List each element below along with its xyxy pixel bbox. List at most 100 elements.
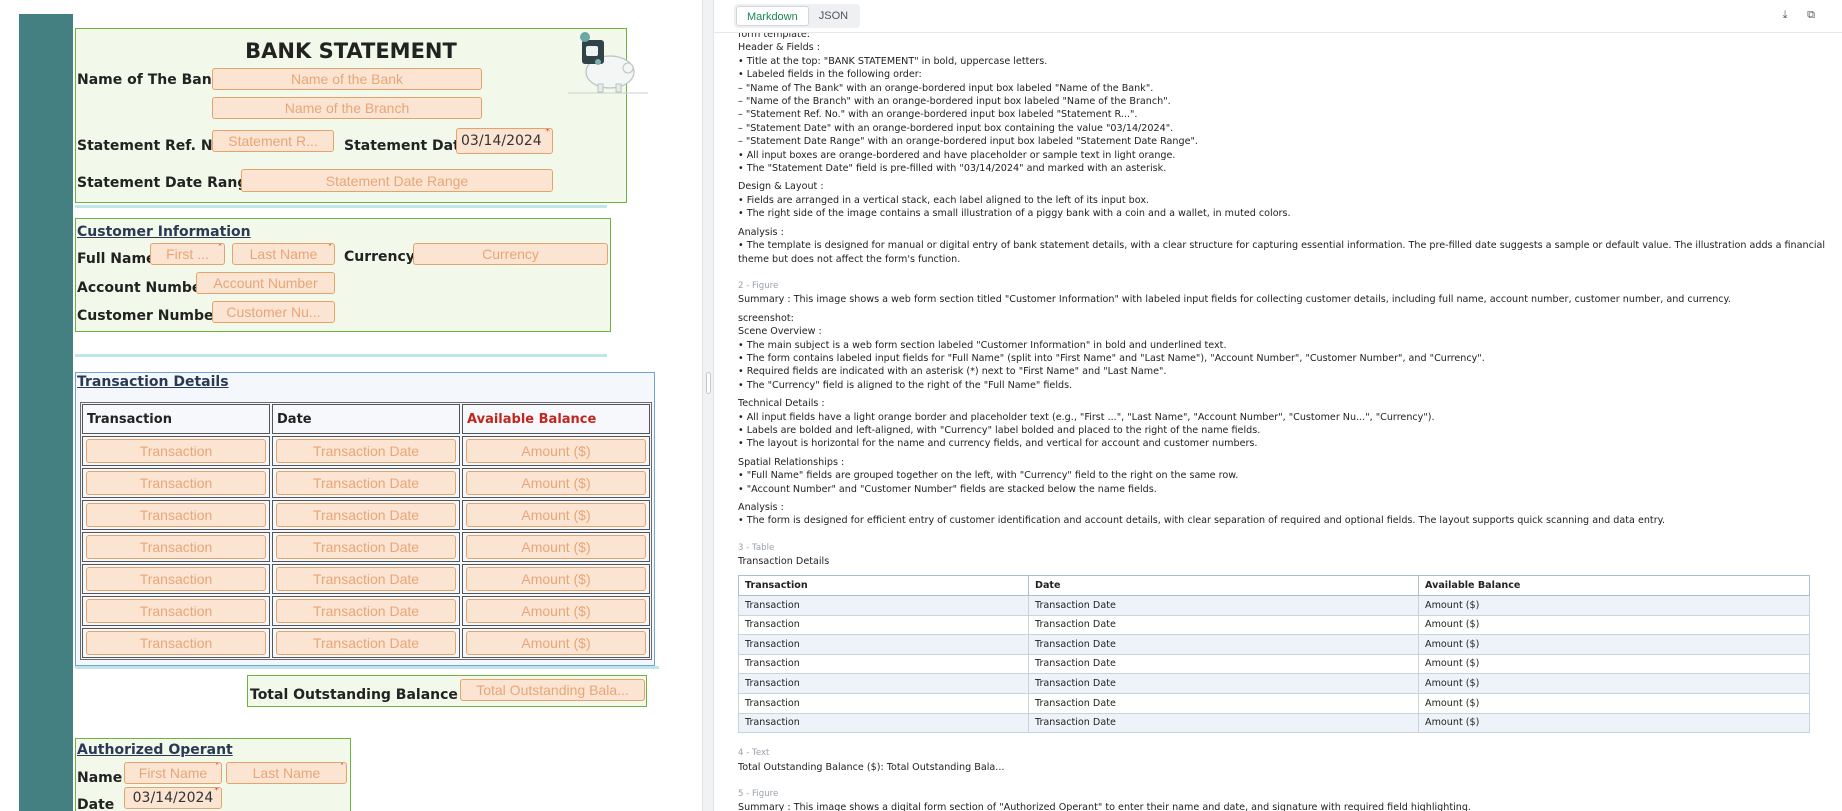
- col-header-transaction: Transaction: [82, 404, 270, 434]
- table-cell: Transaction Date: [1028, 712, 1419, 734]
- analysis-text: • The template is designed for manual or…: [738, 240, 1826, 265]
- table-cell: Transaction: [82, 564, 270, 594]
- viewer-toolbar: Markdown JSON ⤓ ⧉: [714, 0, 1842, 33]
- text-line: • "Full Name" fields are grouped togethe…: [738, 470, 1239, 482]
- view-mode-toggle: Markdown JSON: [734, 4, 861, 28]
- account-number-input[interactable]: Account Number: [196, 272, 335, 294]
- tab-markdown[interactable]: Markdown: [736, 6, 809, 26]
- amount-input[interactable]: Amount ($): [466, 535, 646, 559]
- transaction-date-input[interactable]: Transaction Date: [276, 471, 456, 495]
- table-cell: Transaction: [82, 628, 270, 658]
- markdown-content: form template: Header & Fields : • Title…: [738, 28, 1834, 811]
- operant-date-label: Date: [77, 797, 115, 811]
- table-cell: Transaction Date: [1028, 673, 1419, 694]
- pane-resize-handle[interactable]: [702, 0, 714, 811]
- bank-name-input[interactable]: Name of the Bank: [212, 68, 482, 90]
- amount-input[interactable]: Amount ($): [466, 631, 646, 655]
- table-row: Transaction Transaction Date Amount ($): [738, 673, 1810, 694]
- transaction-date-input[interactable]: Transaction Date: [276, 503, 456, 527]
- statement-date-range-input[interactable]: Statement Date Range: [241, 169, 553, 192]
- amount-input[interactable]: Amount ($): [466, 439, 646, 463]
- transaction-date-input[interactable]: Transaction Date: [276, 535, 456, 559]
- statement-date-range-label: Statement Date Range: [77, 175, 257, 191]
- amount-input[interactable]: Amount ($): [466, 567, 646, 591]
- amount-input[interactable]: Amount ($): [466, 471, 646, 495]
- table-row: Transaction Transaction Date Amount ($): [738, 595, 1810, 616]
- col-header: Available Balance: [1418, 574, 1810, 597]
- total-balance-input[interactable]: Total Outstanding Bala...: [460, 679, 645, 701]
- table-row: Transaction Transaction Date Amount ($): [738, 653, 1810, 675]
- piggy-bank-icon: [568, 32, 648, 94]
- transaction-table: Transaction Date Available Balance Trans…: [80, 402, 652, 660]
- transaction-date-input[interactable]: Transaction Date: [276, 599, 456, 623]
- table-cell: Amount ($): [1418, 653, 1810, 675]
- transaction-input[interactable]: Transaction: [86, 567, 266, 591]
- transaction-input[interactable]: Transaction: [86, 535, 266, 559]
- transaction-date-input[interactable]: Transaction Date: [276, 631, 456, 655]
- table-row: Transaction Transaction Date Amount ($): [81, 563, 651, 595]
- text-line: • "Account Number" and "Customer Number"…: [738, 483, 1157, 495]
- operant-name-label: Name: [77, 770, 123, 786]
- operant-last-name-input[interactable]: Last Name: [226, 762, 347, 784]
- section-divider: [75, 666, 659, 669]
- amount-input[interactable]: Amount ($): [466, 599, 646, 623]
- first-name-input[interactable]: First ...: [150, 243, 225, 265]
- text-line: – "Name of the Branch" with an orange-bo…: [738, 96, 1171, 108]
- last-name-input[interactable]: Last Name: [232, 243, 335, 265]
- table-cell: Transaction: [738, 673, 1029, 694]
- transaction-date-input[interactable]: Transaction Date: [276, 439, 456, 463]
- branch-name-input[interactable]: Name of the Branch: [212, 97, 482, 119]
- table-row: Transaction Transaction Date Amount ($): [81, 499, 651, 531]
- table-cell: Transaction Date: [272, 628, 460, 658]
- text-line: Total Outstanding Balance ($): Total Out…: [738, 761, 1005, 773]
- table-row: Transaction Transaction Date Amount ($): [81, 627, 651, 659]
- statement-ref-input[interactable]: Statement R...: [212, 130, 334, 152]
- transaction-input[interactable]: Transaction: [86, 471, 266, 495]
- currency-input[interactable]: Currency: [413, 243, 608, 265]
- customer-number-input[interactable]: Customer Nu...: [212, 301, 335, 323]
- table-cell: Transaction: [82, 468, 270, 498]
- design-heading: Design & Layout :: [738, 181, 824, 193]
- transaction-input[interactable]: Transaction: [86, 439, 266, 463]
- table-cell: Transaction Date: [272, 596, 460, 626]
- transaction-input[interactable]: Transaction: [86, 503, 266, 527]
- bank-name-label: Name of The Bank: [77, 72, 221, 88]
- document-preview-pane[interactable]: BANK STATEMENT Name of The Bank Name of …: [0, 0, 702, 811]
- statement-date-input[interactable]: 03/14/2024: [456, 128, 553, 154]
- transaction-details-heading: Transaction Details: [77, 374, 229, 390]
- table-row: Transaction Transaction Date Amount ($): [738, 693, 1810, 714]
- operant-date-input[interactable]: 03/14/2024: [124, 787, 222, 809]
- extracted-table: Transaction Date Available Balance Trans…: [738, 574, 1810, 734]
- section-divider: [75, 354, 607, 357]
- amount-input[interactable]: Amount ($): [466, 503, 646, 527]
- table-cell: Amount ($): [462, 564, 650, 594]
- transaction-date-input[interactable]: Transaction Date: [276, 567, 456, 591]
- text-line: – "Statement Date" with an orange-border…: [738, 122, 1174, 134]
- spatial-heading: Spatial Relationships :: [738, 456, 845, 468]
- resize-grip-icon: [706, 372, 711, 394]
- table-caption: Transaction Details: [738, 556, 830, 568]
- copy-icon[interactable]: ⧉: [1804, 8, 1818, 22]
- table-cell: Transaction Date: [272, 436, 460, 466]
- table-row: Transaction Transaction Date Amount ($): [81, 467, 651, 499]
- table-row: Transaction Transaction Date Amount ($): [738, 712, 1810, 734]
- transaction-input[interactable]: Transaction: [86, 631, 266, 655]
- table-cell: Amount ($): [1418, 693, 1810, 714]
- table-cell: Transaction: [738, 634, 1029, 655]
- table-header-row: Transaction Date Available Balance: [81, 403, 651, 435]
- text-line: – "Statement Date Range" with an orange-…: [738, 136, 1198, 148]
- text-line: • Title at the top: "BANK STATEMENT" in …: [738, 55, 1048, 67]
- table-cell: Transaction: [738, 595, 1029, 616]
- extraction-result-pane[interactable]: form template: Header & Fields : • Title…: [714, 0, 1842, 811]
- transaction-input[interactable]: Transaction: [86, 599, 266, 623]
- table-cell: Amount ($): [1418, 712, 1810, 734]
- figure-summary: Summary : This image shows a web form se…: [738, 294, 1731, 306]
- table-cell: Amount ($): [462, 500, 650, 530]
- text-line: • The "Currency" field is aligned to the…: [738, 379, 1073, 391]
- text-line: Header & Fields :: [738, 42, 820, 54]
- tab-json[interactable]: JSON: [809, 6, 858, 26]
- download-icon[interactable]: ⤓: [1778, 8, 1792, 22]
- authorized-operant-heading: Authorized Operant: [77, 742, 233, 758]
- operant-first-name-input[interactable]: First Name: [124, 762, 222, 784]
- text-line: • All input boxes are orange-bordered an…: [738, 149, 1176, 161]
